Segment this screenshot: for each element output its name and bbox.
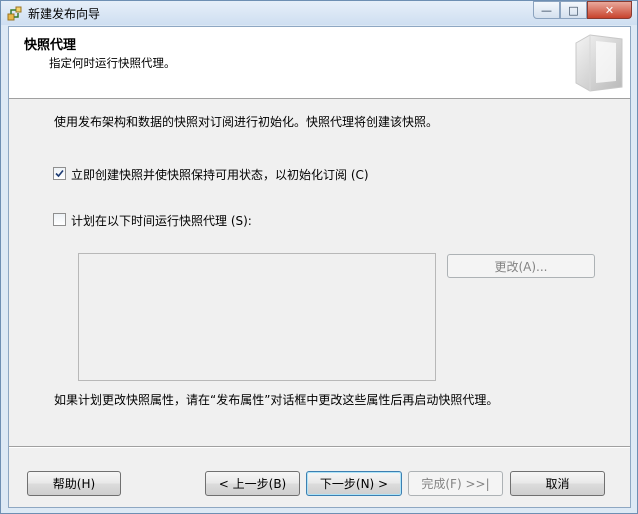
checkmark-icon (55, 169, 64, 178)
minimize-button[interactable]: — (533, 1, 560, 19)
finish-button[interactable]: 完成(F) >>| (408, 471, 503, 496)
page-subtitle: 指定何时运行快照代理。 (49, 56, 176, 70)
footer: 帮助(H) < 上一步(B) 下一步(N) > 完成(F) >>| 取消 (9, 448, 630, 507)
close-icon: ✕ (604, 3, 615, 17)
maximize-icon: □ (568, 3, 579, 17)
maximize-button[interactable]: □ (560, 1, 587, 19)
schedule-description-box (78, 253, 436, 381)
schedule-snapshot-checkbox[interactable] (53, 213, 66, 226)
wizard-app-icon (7, 5, 23, 21)
wizard-client-area: 快照代理 指定何时运行快照代理。 使用发布架构和数据的快照对订阅进行初始化。快照… (8, 26, 631, 508)
footnote-text: 如果计划更改快照属性，请在“发布属性”对话框中更改这些属性后再启动快照代理。 (54, 393, 499, 407)
immediate-snapshot-label[interactable]: 立即创建快照并使快照保持可用状态，以初始化订阅 (C) (71, 166, 369, 183)
page-title: 快照代理 (24, 38, 77, 53)
wizard-banner-icon (570, 31, 626, 93)
minimize-icon: — (541, 3, 552, 17)
immediate-snapshot-checkbox[interactable] (53, 167, 66, 180)
wizard-window: 新建发布向导 — □ ✕ 快照代理 指定何时运行快照代理。 使用发布架构和数据的… (0, 0, 638, 514)
schedule-snapshot-label[interactable]: 计划在以下时间运行快照代理 (S): (71, 212, 252, 229)
intro-text: 使用发布架构和数据的快照对订阅进行初始化。快照代理将创建该快照。 (54, 115, 439, 129)
wizard-header: 快照代理 指定何时运行快照代理。 (9, 27, 630, 99)
next-button[interactable]: 下一步(N) > (306, 471, 402, 496)
cancel-button[interactable]: 取消 (510, 471, 605, 496)
help-button[interactable]: 帮助(H) (27, 471, 121, 496)
change-schedule-button[interactable]: 更改(A)... (447, 254, 595, 278)
close-button[interactable]: ✕ (587, 1, 632, 19)
title-bar[interactable]: 新建发布向导 — □ ✕ (1, 1, 637, 25)
back-button[interactable]: < 上一步(B) (205, 471, 300, 496)
window-title: 新建发布向导 (28, 7, 101, 21)
